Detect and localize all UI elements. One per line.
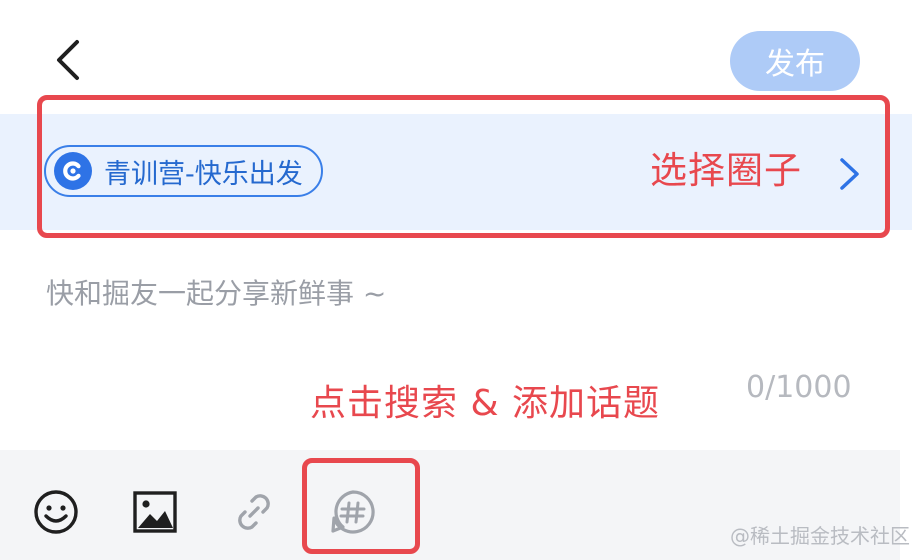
topic-hint-annotation: 点击搜索 & 添加话题	[310, 383, 660, 424]
chevron-left-icon	[57, 40, 79, 80]
hashtag-icon	[331, 490, 375, 534]
circle-logo-icon	[54, 152, 92, 190]
image-button[interactable]	[129, 486, 181, 538]
link-button[interactable]	[228, 486, 280, 538]
link-icon	[238, 494, 270, 530]
select-circle-chevron[interactable]	[836, 154, 864, 194]
chevron-right-icon	[840, 158, 859, 190]
publish-button[interactable]: 发布	[730, 31, 860, 91]
emoji-button[interactable]	[30, 486, 82, 538]
image-icon	[133, 491, 177, 533]
character-counter: 0/1000	[746, 370, 852, 405]
post-content-input[interactable]	[46, 268, 866, 318]
circle-name: 青训营-快乐出发	[104, 158, 303, 190]
back-button[interactable]	[40, 30, 96, 90]
select-circle-annotation: 选择圈子	[650, 149, 802, 192]
topic-button[interactable]	[327, 486, 379, 538]
smiley-icon	[34, 490, 78, 534]
watermark: @稀土掘金技术社区	[730, 524, 910, 548]
selected-circle-tag[interactable]: 青训营-快乐出发	[44, 145, 323, 197]
